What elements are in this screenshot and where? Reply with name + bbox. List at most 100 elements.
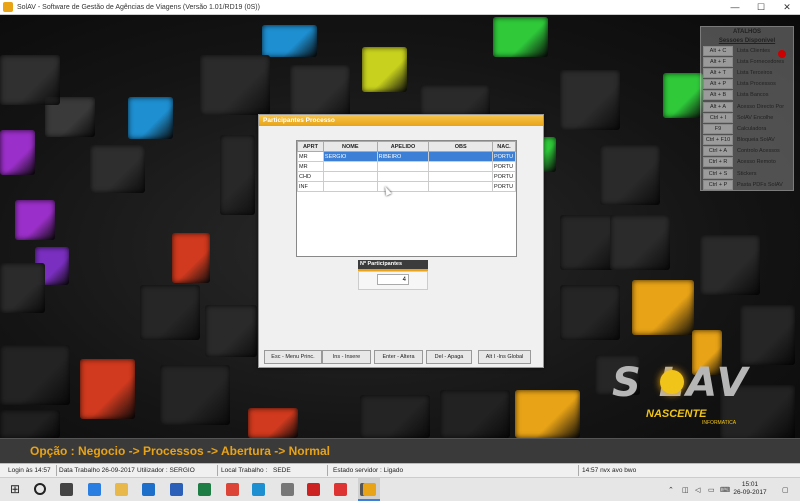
table-row[interactable]: MR PORTU xyxy=(297,161,517,172)
wallpaper-cube xyxy=(700,235,760,295)
column-header-aprt[interactable]: APRT xyxy=(297,141,324,152)
empty-row xyxy=(298,237,516,246)
shortcut-label: Acesso Remoto xyxy=(737,159,776,166)
wallpaper-cube xyxy=(248,408,298,438)
app-icon[interactable] xyxy=(281,483,294,496)
close-button[interactable]: ✕ xyxy=(774,0,800,14)
shortcut-label: Bloqueia SolAV xyxy=(737,137,775,144)
taskbar-clock[interactable]: 15:01 26-09-2017 xyxy=(730,481,770,497)
column-header-nac[interactable]: NAC. xyxy=(491,141,517,152)
word-icon[interactable] xyxy=(170,483,183,496)
table-cell-aprt[interactable]: INF xyxy=(297,181,324,192)
wallpaper-cube xyxy=(632,280,694,335)
pdf-icon[interactable] xyxy=(334,483,347,496)
minimize-button[interactable]: — xyxy=(722,0,748,14)
table-cell-apelido[interactable] xyxy=(376,171,430,182)
search-icon[interactable] xyxy=(34,483,46,495)
table-cell-nac[interactable]: PORTU xyxy=(491,181,517,192)
table-cell-apelido[interactable]: RIBEIRO xyxy=(376,151,430,162)
shortcut-row[interactable]: Ctrl + F10 Bloqueia SolAV xyxy=(701,135,793,146)
table-cell-nome[interactable] xyxy=(322,181,378,192)
table-cell-obs[interactable] xyxy=(428,181,493,192)
shortcut-label: Lista Clientes xyxy=(737,47,771,54)
table-cell-nome[interactable] xyxy=(322,171,378,182)
empty-row xyxy=(298,246,516,255)
shortcut-row[interactable]: Ctrl + A Controlo Acessos xyxy=(701,146,793,157)
edge-icon[interactable] xyxy=(252,483,265,496)
shortcut-row[interactable]: F9 Calculadora xyxy=(701,123,793,134)
app-icon xyxy=(3,2,13,12)
wallpaper-cube xyxy=(515,390,580,438)
altera-button[interactable]: Enter - Altera xyxy=(374,350,423,364)
chrome-icon[interactable] xyxy=(226,483,239,496)
pin-icon[interactable] xyxy=(778,50,786,58)
windows-start-icon[interactable]: ⊞ xyxy=(10,483,23,496)
apaga-button[interactable]: Del - Apaga xyxy=(426,350,472,364)
column-header-obs[interactable]: OBS xyxy=(428,141,493,152)
table-cell-nome[interactable]: SERGIO xyxy=(322,151,378,162)
table-row[interactable]: INF PORTU xyxy=(297,181,517,192)
table-cell-obs[interactable] xyxy=(428,151,493,162)
table-cell-nome[interactable] xyxy=(322,161,378,172)
table-row[interactable]: MR SERGIO RIBEIRO PORTU xyxy=(297,151,517,162)
shortcut-row[interactable]: Ctrl + I SolAV Encolhe xyxy=(701,112,793,123)
wallpaper-cube xyxy=(560,285,620,340)
shortcut-row[interactable]: Alt + F Lista Fornecedores xyxy=(701,56,793,67)
task-view-icon[interactable] xyxy=(60,483,73,496)
shortcut-label: Lista Terceiros xyxy=(737,69,773,76)
wallpaper-cube xyxy=(0,55,60,105)
shortcut-row[interactable]: Alt + P Lista Processos xyxy=(701,79,793,90)
notification-icon[interactable]: ▢ xyxy=(782,486,789,494)
shortcut-key: Ctrl + A xyxy=(703,146,733,157)
table-cell-aprt[interactable]: MR xyxy=(297,161,324,172)
wallpaper-cube xyxy=(0,345,70,405)
tray-battery-icon[interactable]: ▭ xyxy=(708,486,715,494)
table-cell-nac[interactable]: PORTU xyxy=(491,151,517,162)
shortcut-row[interactable]: Ctrl + S Stickers xyxy=(701,168,793,179)
column-header-apelido[interactable]: APELIDO xyxy=(376,141,430,152)
participants-grid[interactable]: APRT NOME APELIDO OBS NAC. MR SERGIO RIBEI… xyxy=(296,140,517,257)
wallpaper-cube xyxy=(200,55,270,115)
menu-principal-button[interactable]: Esc - Menu Princ. xyxy=(264,350,322,364)
table-row[interactable]: CHD PORTU xyxy=(297,171,517,182)
shortcut-row[interactable]: Alt + T Lista Terceiros xyxy=(701,67,793,78)
status-data-trabalho: Data Trabalho 26-09-2017 xyxy=(59,467,135,474)
insere-global-button[interactable]: Alt I -Ins Global xyxy=(478,350,531,364)
shortcut-key: Alt + A xyxy=(703,101,733,112)
tray-network-icon[interactable]: ◫ xyxy=(682,486,689,494)
excel-icon[interactable] xyxy=(198,483,211,496)
empty-row xyxy=(298,219,516,228)
column-header-nome[interactable]: NOME xyxy=(322,141,378,152)
empty-row xyxy=(298,192,516,202)
outlook-icon[interactable] xyxy=(142,483,155,496)
tray-chevron-icon[interactable]: ⌃ xyxy=(668,486,674,494)
shortcut-row[interactable]: Alt + B Lista Bancos xyxy=(701,90,793,101)
acrobat-icon[interactable] xyxy=(307,483,320,496)
wallpaper-cube xyxy=(560,215,615,270)
wallpaper-cube xyxy=(663,73,703,118)
solav-icon[interactable] xyxy=(363,483,376,496)
tray-keyboard-icon[interactable]: ⌨ xyxy=(720,486,730,494)
table-cell-obs[interactable] xyxy=(428,171,493,182)
table-cell-aprt[interactable]: MR xyxy=(297,151,324,162)
shortcut-row[interactable]: Alt + A Acesso Directo Por xyxy=(701,101,793,112)
store-icon[interactable] xyxy=(88,483,101,496)
shortcuts-subheader: Sessoes Disponivel xyxy=(718,38,776,44)
wallpaper-cube xyxy=(610,215,670,270)
table-cell-obs[interactable] xyxy=(428,161,493,172)
maximize-button[interactable]: ☐ xyxy=(748,0,774,14)
shortcut-row[interactable]: Ctrl + R Acesso Remoto xyxy=(701,157,793,168)
table-cell-apelido[interactable] xyxy=(376,161,430,172)
table-cell-aprt[interactable]: CHD xyxy=(297,171,324,182)
shortcut-row[interactable]: Ctrl + P Pasta PDFs SolAV xyxy=(701,179,793,190)
insere-button[interactable]: Ins - Insere xyxy=(322,350,371,364)
tray-volume-icon[interactable]: ◁ xyxy=(695,486,700,494)
table-cell-nac[interactable]: PORTU xyxy=(491,161,517,172)
participants-count-frame: 4 xyxy=(358,271,428,290)
participants-count-field[interactable]: 4 xyxy=(377,274,409,285)
empty-row xyxy=(298,228,516,237)
folder-icon[interactable] xyxy=(115,483,128,496)
wallpaper-cube xyxy=(440,390,510,438)
shortcut-key: Alt + C xyxy=(703,45,733,56)
table-cell-nac[interactable]: PORTU xyxy=(491,171,517,182)
